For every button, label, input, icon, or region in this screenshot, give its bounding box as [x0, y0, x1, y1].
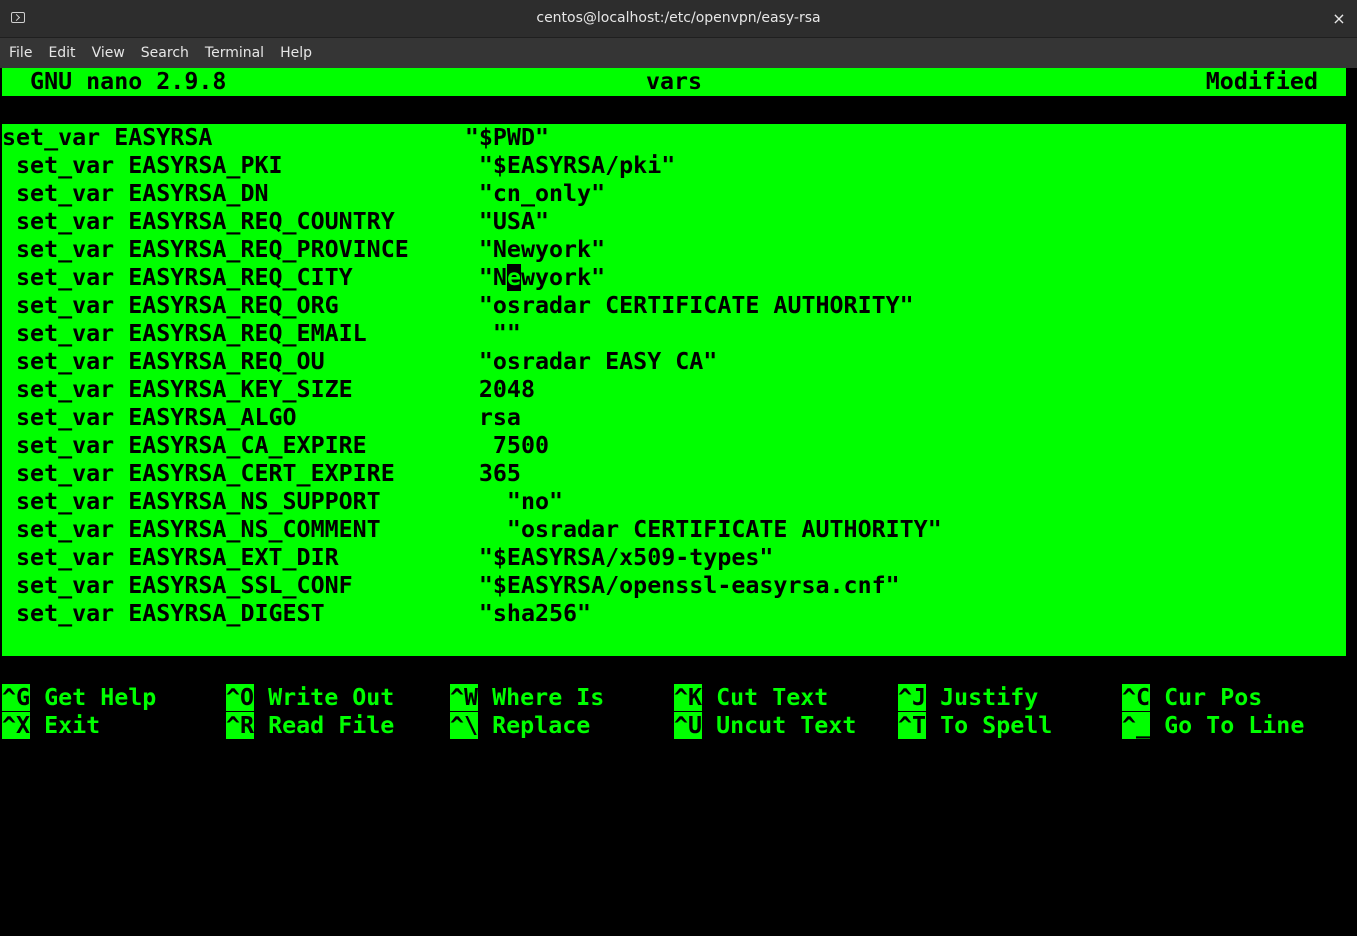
- shortcut-cur-pos[interactable]: ^C Cur Pos: [1122, 684, 1262, 712]
- shortcut-where-is[interactable]: ^W Where Is: [450, 684, 604, 712]
- menu-file[interactable]: File: [0, 38, 40, 68]
- shortcut-justify[interactable]: ^J Justify: [898, 684, 1038, 712]
- text-line[interactable]: set_var EASYRSA_REQ_COUNTRY "USA": [2, 208, 549, 236]
- text-line[interactable]: set_var EASYRSA_REQ_OU "osradar EASY CA": [2, 348, 717, 376]
- text-line[interactable]: set_var EASYRSA_SSL_CONF "$EASYRSA/opens…: [2, 572, 900, 600]
- text-line[interactable]: set_var EASYRSA_KEY_SIZE 2048: [2, 376, 535, 404]
- text-line[interactable]: set_var EASYRSA_NS_SUPPORT "no": [2, 488, 563, 516]
- text-line[interactable]: set_var EASYRSA_ALGO rsa: [2, 404, 521, 432]
- shortcut-read-file[interactable]: ^R Read File: [226, 712, 394, 740]
- text-line[interactable]: set_var EASYRSA_CERT_EXPIRE 365: [2, 460, 521, 488]
- nano-header: GNU nano 2.9.8 vars Modified: [2, 68, 1346, 96]
- shortcut-write-out[interactable]: ^O Write Out: [226, 684, 394, 712]
- menu-terminal[interactable]: Terminal: [197, 38, 272, 68]
- shortcut-row-1: ^G Get Help ^O Write Out ^W Where Is ^K …: [2, 684, 1262, 712]
- window-titlebar: centos@localhost:/etc/openvpn/easy-rsa ×: [0, 0, 1357, 38]
- menu-bar: File Edit View Search Terminal Help: [0, 38, 1357, 68]
- text-line-cursor[interactable]: set_var EASYRSA_REQ_CITY "Newyork": [2, 264, 605, 292]
- text-line[interactable]: set_var EASYRSA_REQ_EMAIL "": [2, 320, 521, 348]
- nano-filename: vars: [645, 68, 703, 95]
- text-line[interactable]: set_var EASYRSA_REQ_PROVINCE "Newyork": [2, 236, 605, 264]
- shortcut-go-to-line[interactable]: ^_ Go To Line: [1122, 712, 1304, 740]
- cursor-line-before: set_var EASYRSA_REQ_CITY "N: [2, 264, 507, 291]
- text-line[interactable]: set_var EASYRSA_CA_EXPIRE 7500: [2, 432, 549, 460]
- nano-status: Modified: [1205, 68, 1318, 95]
- shortcut-row-2: ^X Exit ^R Read File ^\ Replace ^U Uncut…: [2, 712, 1304, 740]
- menu-edit[interactable]: Edit: [40, 38, 83, 68]
- cursor-line-after: wyork": [520, 264, 606, 291]
- edit-buffer[interactable]: set_var EASYRSA "$PWD" set_var EASYRSA_P…: [2, 124, 1346, 656]
- text-line[interactable]: set_var EASYRSA_NS_COMMENT "osradar CERT…: [2, 516, 942, 544]
- text-line[interactable]: set_var EASYRSA_REQ_ORG "osradar CERTIFI…: [2, 292, 914, 320]
- text-line[interactable]: set_var EASYRSA_DIGEST "sha256": [2, 600, 591, 628]
- shortcut-to-spell[interactable]: ^T To Spell: [898, 712, 1052, 740]
- shortcut-replace[interactable]: ^\ Replace: [450, 712, 590, 740]
- text-line[interactable]: set_var EASYRSA_PKI "$EASYRSA/pki": [2, 152, 675, 180]
- close-button[interactable]: ×: [1329, 7, 1349, 31]
- window-title: centos@localhost:/etc/openvpn/easy-rsa: [536, 10, 821, 26]
- text-cursor: e: [506, 264, 521, 291]
- shortcut-get-help[interactable]: ^G Get Help: [2, 684, 156, 712]
- text-line[interactable]: set_var EASYRSA_EXT_DIR "$EASYRSA/x509-t…: [2, 544, 773, 572]
- menu-help[interactable]: Help: [272, 38, 320, 68]
- shortcut-uncut-text[interactable]: ^U Uncut Text: [674, 712, 856, 740]
- terminal-area[interactable]: GNU nano 2.9.8 vars Modified set_var EAS…: [0, 68, 1357, 740]
- menu-search[interactable]: Search: [133, 38, 197, 68]
- shortcut-cut-text[interactable]: ^K Cut Text: [674, 684, 828, 712]
- text-line[interactable]: set_var EASYRSA "$PWD": [2, 124, 549, 152]
- menu-view[interactable]: View: [84, 38, 133, 68]
- text-line[interactable]: set_var EASYRSA_DN "cn_only": [2, 180, 605, 208]
- shortcut-exit[interactable]: ^X Exit: [2, 712, 100, 740]
